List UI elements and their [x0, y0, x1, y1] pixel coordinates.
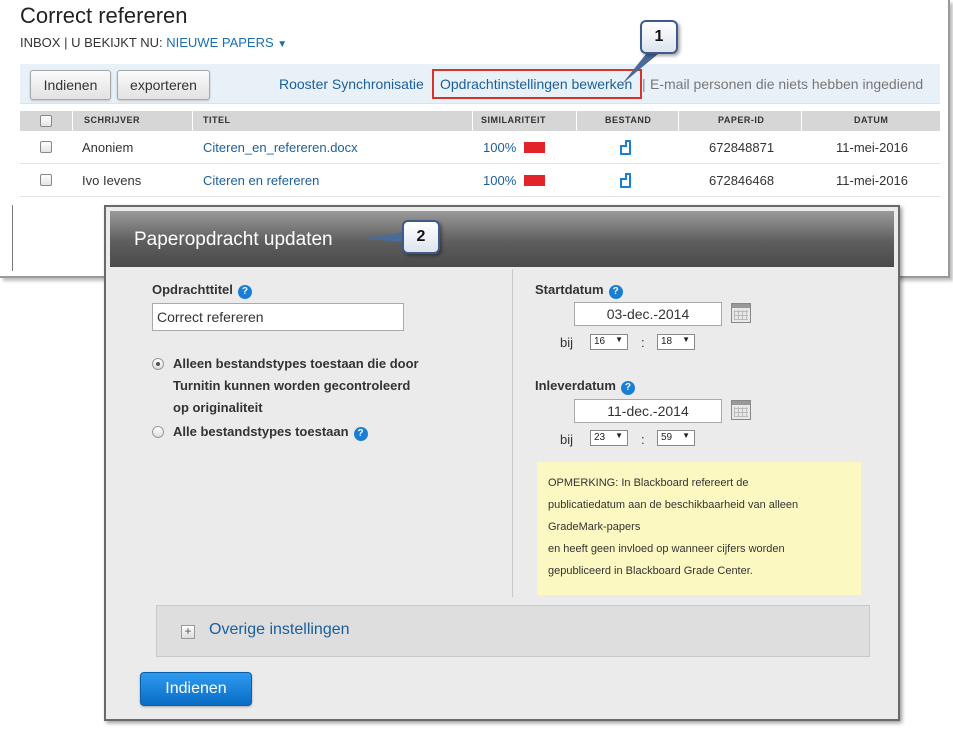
row-date: 11-mei-2016 — [836, 173, 909, 188]
radio-all-types-label: Alle bestandstypes toestaan? — [173, 421, 368, 443]
row-similarity[interactable]: 100% — [483, 140, 546, 155]
submit-paper-button[interactable]: Indienen — [30, 70, 111, 100]
dialog-title: Paperopdracht updaten — [134, 229, 333, 250]
note-line: GradeMark-papers — [548, 521, 641, 533]
assignment-title-input[interactable]: Correct refereren — [152, 303, 404, 331]
breadcrumb: INBOX | U BEKIJKT NU: NIEUWE PAPERS ▼ — [20, 35, 287, 50]
nav-inbox-link[interactable]: INBOX — [20, 35, 60, 50]
radio-all-types-text: Alle bestandstypes toestaan — [173, 424, 349, 439]
note-line: en heeft geen invloed op wanneer cijfers… — [548, 543, 785, 555]
row-author: Anoniem — [82, 140, 134, 155]
more-settings-panel[interactable]: + Overige instellingen — [156, 605, 870, 657]
file-icon[interactable] — [620, 140, 631, 155]
radio-turnitin-types[interactable] — [152, 358, 164, 370]
col-date[interactable]: DATUM — [854, 115, 888, 125]
update-assignment-dialog: Paperopdracht updaten Opdrachttitel? Cor… — [104, 205, 900, 721]
row-author: Ivo Ievens — [82, 173, 142, 188]
nav-separator: | — [64, 35, 68, 50]
row-checkbox[interactable] — [40, 141, 52, 153]
start-date-input[interactable]: 03-dec.-2014 — [574, 302, 722, 326]
start-date-label: Startdatum? — [535, 282, 623, 299]
dialog-body: Paperopdracht updaten Opdrachttitel? Cor… — [110, 211, 894, 715]
similarity-bar — [524, 175, 546, 186]
start-at-label: bij — [560, 335, 574, 350]
table-row: Anoniem Citeren_en_refereren.docx 100% 6… — [20, 131, 940, 164]
similarity-value: 100% — [483, 173, 517, 188]
callout-1: 1 — [640, 20, 678, 54]
time-colon: : — [641, 432, 645, 447]
submit-button[interactable]: Indienen — [140, 672, 252, 706]
similarity-bar — [524, 142, 546, 153]
note-line: gepubliceerd in Blackboard Grade Center. — [548, 565, 753, 577]
col-author[interactable]: SCHRIJVER — [84, 115, 140, 125]
chevron-down-icon: ▼ — [615, 335, 623, 344]
due-minute-select[interactable]: 59 ▼ — [657, 430, 695, 446]
column-divider — [512, 269, 513, 597]
due-at-label: bij — [560, 432, 574, 447]
col-paper-id[interactable]: PAPER-ID — [718, 115, 764, 125]
window-border — [12, 205, 13, 271]
start-minute-value: 18 — [661, 336, 673, 347]
help-icon[interactable]: ? — [237, 285, 252, 299]
similarity-value: 100% — [483, 140, 517, 155]
table-row: Ivo Ievens Citeren en refereren 100% 672… — [20, 164, 940, 197]
view-filter-value: NIEUWE PAPERS — [166, 35, 274, 50]
chevron-down-icon: ▼ — [615, 431, 623, 440]
view-filter-dropdown[interactable]: NIEUWE PAPERS ▼ — [166, 35, 287, 50]
assignment-title-label: Opdrachttitel? — [152, 282, 252, 299]
help-icon[interactable]: ? — [620, 381, 635, 395]
expand-plus-icon[interactable]: + — [181, 625, 195, 639]
row-date: 11-mei-2016 — [836, 140, 909, 155]
radio-all-types[interactable] — [152, 426, 164, 438]
start-date-label-text: Startdatum — [535, 282, 604, 297]
time-colon: : — [641, 335, 645, 350]
table-header: SCHRIJVER TITEL SIMILARITEIT BESTAND PAP… — [20, 111, 940, 131]
note-line: OPMERKING: In Blackboard refereert de — [548, 477, 749, 489]
email-non-submitters-link[interactable]: E-mail personen die niets hebben ingedie… — [650, 76, 923, 92]
page-title: Correct refereren — [20, 3, 188, 28]
due-hour-select[interactable]: 23 ▼ — [590, 430, 628, 446]
row-similarity[interactable]: 100% — [483, 173, 546, 188]
chevron-down-icon: ▼ — [682, 335, 690, 344]
due-date-label-text: Inleverdatum — [535, 378, 616, 393]
help-icon[interactable]: ? — [608, 285, 623, 299]
due-date-label: Inleverdatum? — [535, 378, 635, 395]
radio-label-line: Turnitin kunnen worden gecontroleerd — [173, 378, 411, 393]
due-minute-value: 59 — [661, 432, 673, 443]
assignment-title-label-text: Opdrachttitel — [152, 282, 233, 297]
calendar-icon[interactable] — [731, 400, 751, 420]
col-file: BESTAND — [605, 115, 652, 125]
callout-2: 2 — [402, 220, 440, 254]
row-paper-id: 672846468 — [709, 173, 775, 188]
chevron-down-icon: ▼ — [682, 431, 690, 440]
caret-down-icon: ▼ — [277, 39, 288, 50]
nav-viewing-prefix: U BEKIJKT NU: — [71, 35, 163, 50]
note-line: publicatiedatum aan de beschikbaarheid v… — [548, 499, 799, 511]
publication-note: OPMERKING: In Blackboard refereert de pu… — [537, 462, 861, 595]
due-hour-value: 23 — [594, 432, 606, 443]
radio-turnitin-types-label: Alleen bestandstypes toestaan die door T… — [173, 353, 419, 419]
start-hour-value: 16 — [594, 336, 606, 347]
row-paper-id: 672848871 — [709, 140, 775, 155]
papers-table: SCHRIJVER TITEL SIMILARITEIT BESTAND PAP… — [20, 111, 940, 197]
more-settings-link[interactable]: Overige instellingen — [209, 621, 350, 639]
file-icon[interactable] — [620, 173, 631, 188]
due-date-input[interactable]: 11-dec.-2014 — [574, 399, 722, 423]
radio-label-line: Alleen bestandstypes toestaan die door — [173, 356, 419, 371]
roster-sync-link[interactable]: Rooster Synchronisatie — [279, 76, 424, 92]
help-icon[interactable]: ? — [353, 427, 368, 441]
row-title-link[interactable]: Citeren_en_refereren.docx — [203, 140, 358, 155]
radio-label-line: op originaliteit — [173, 400, 263, 415]
row-checkbox[interactable] — [40, 174, 52, 186]
calendar-icon[interactable] — [731, 303, 751, 323]
dialog-header: Paperopdracht updaten — [110, 211, 894, 267]
select-all-checkbox[interactable] — [40, 115, 52, 127]
export-button[interactable]: exporteren — [117, 70, 210, 100]
start-hour-select[interactable]: 16 ▼ — [590, 334, 628, 350]
col-similarity[interactable]: SIMILARITEIT — [481, 115, 546, 125]
col-title[interactable]: TITEL — [203, 115, 231, 125]
row-title-link[interactable]: Citeren en refereren — [203, 173, 319, 188]
start-minute-select[interactable]: 18 ▼ — [657, 334, 695, 350]
